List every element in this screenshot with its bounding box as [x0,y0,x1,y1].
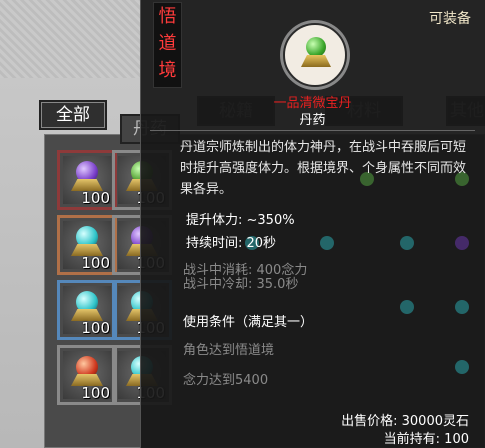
inventory-slot[interactable]: 100 [57,345,117,405]
pedestal-icon [301,55,331,67]
item-count: 100 [81,254,110,272]
divider [150,130,475,131]
gem-icon [455,360,469,374]
sell-price: 出售价格: 30000灵石 [341,414,469,429]
equippable-label: 可装备 [429,11,471,27]
combat-cooldown: 战斗中冷却: 35.0秒 [183,277,299,292]
gem-icon [306,37,326,57]
stat-duration: 持续时间: 20秒 [186,236,277,251]
gem-icon [455,236,469,250]
gem-icon [320,236,334,250]
owned-count: 当前持有: 100 [383,432,469,447]
realm-char: 道 [158,33,177,54]
combat-cost: 战斗中消耗: 400念力 [183,263,308,278]
use-condition-realm: 角色达到悟道境 [183,343,275,358]
stat-stamina-boost: 提升体力: ~350% [186,213,295,228]
realm-char: 境 [158,60,177,81]
item-count: 100 [81,319,110,337]
realm-char: 悟 [158,6,177,27]
use-condition-mind: 念力达到5400 [183,373,269,388]
inventory-slot[interactable]: 100 [57,150,117,210]
realm-badge: 悟 道 境 [153,2,182,88]
gem-icon [400,236,414,250]
gem-icon [400,300,414,314]
item-count: 100 [81,189,110,207]
gem-icon [455,300,469,314]
tab-all[interactable]: 全部 [39,100,107,130]
inventory-slot[interactable]: 100 [57,280,117,340]
item-count: 100 [81,384,110,402]
item-description: 丹道宗师炼制出的体力神丹，在战斗中吞服后可短时提升高强度体力。根据境界、个身属性… [180,140,467,197]
item-icon [283,23,347,87]
inventory-slot[interactable]: 100 [57,215,117,275]
item-type: 丹药 [299,113,326,128]
use-condition-title: 使用条件（满足其一） [183,315,314,330]
